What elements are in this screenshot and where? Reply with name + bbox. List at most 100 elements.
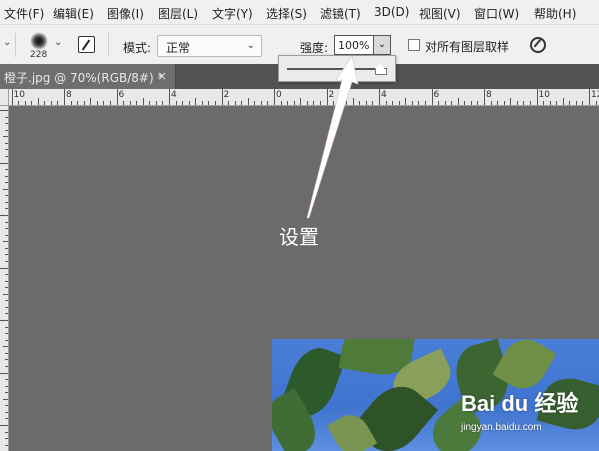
menu-file[interactable]: 文件(F) [4,5,44,22]
document-tab[interactable]: 橙子.jpg @ 70%(RGB/8#) * × [0,64,176,89]
ruler-tick [392,101,394,105]
ruler-tick [254,101,256,105]
ruler-tick [451,101,453,105]
ruler-label: 10 [13,90,25,100]
menu-select[interactable]: 选择(S) [266,5,307,22]
ruler-tick [438,101,440,105]
ruler-tick [293,101,295,105]
ruler-tick [569,101,571,105]
ruler-tick [5,306,8,308]
menu-layer[interactable]: 图层(L) [158,5,198,22]
ruler-tick [31,101,33,105]
ruler-tick [57,101,59,105]
strength-slider-popup [278,55,396,82]
ruler-tick [5,221,8,223]
ruler-tick [582,101,584,105]
ruler-tick [379,89,380,105]
ruler-label: 6 [118,90,125,100]
ruler-tick [411,101,413,105]
menu-window[interactable]: 窗口(W) [474,5,519,22]
strength-input[interactable]: 100% [334,35,374,55]
tool-preset-chevron-icon[interactable]: ⌄ [3,37,11,48]
ruler-tick [0,372,8,374]
close-icon[interactable]: × [157,69,167,83]
ruler-tick [96,101,98,105]
ruler-label: 10 [538,90,550,100]
ruler-tick [5,431,8,433]
ruler-tick [195,98,197,105]
ruler-tick [3,293,8,295]
ruler-tick [365,101,367,105]
strength-slider-toggle[interactable]: ⌄ [374,35,391,55]
ruler-tick [3,398,8,400]
watermark: Bai du 经验 jingyan.baidu.com [455,380,595,440]
ruler-tick [5,339,8,341]
ruler-tick [44,101,46,105]
ruler-label: 4 [171,90,177,100]
menu-edit[interactable]: 编辑(E) [53,5,94,22]
ruler-tick [484,89,485,105]
ruler-tick [536,89,538,105]
ruler-tick [90,98,92,105]
ruler-tick [5,365,8,367]
ruler-tick [70,101,72,105]
ruler-tick [149,101,151,105]
sample-all-layers-checkbox[interactable] [408,39,420,51]
ruler-tick [5,182,8,184]
ruler-tick [0,215,8,216]
ruler-tick [300,98,302,105]
menu-help[interactable]: 帮助(H) [534,5,576,22]
ruler-tick [5,385,8,387]
ruler-tick [5,247,8,249]
strength-slider-thumb[interactable] [375,64,387,75]
ruler-tick [543,101,545,105]
ruler-tick [359,101,361,105]
ruler-tick [529,101,531,105]
menu-image[interactable]: 图像(I) [107,5,144,22]
ruler-tick [274,89,275,105]
ruler-tick [333,101,335,105]
ruler-tick [142,98,144,105]
menu-view[interactable]: 视图(V) [419,5,461,22]
divider [108,33,109,57]
ruler-tick [470,101,472,105]
strength-slider-track[interactable] [287,68,387,70]
ruler-tick [221,89,223,105]
ruler-tick [5,418,8,420]
horizontal-ruler[interactable]: 10 8 6 4 2 0 2 4 6 8 10 12 [0,89,599,106]
ruler-tick [503,101,505,105]
ruler-tick [562,98,564,105]
pressure-strength-icon[interactable] [530,37,546,53]
brush-size-value: 228 [30,50,48,60]
ruler-tick [5,169,8,171]
brush-preview-icon[interactable] [30,32,48,50]
ruler-tick [247,98,249,105]
ruler-tick [3,241,8,243]
sample-all-layers-label: 对所有图层取样 [425,40,510,54]
ruler-tick [18,101,20,105]
menu-filter[interactable]: 滤镜(T) [320,5,361,22]
menu-type[interactable]: 文字(Y) [212,5,253,22]
ruler-tick [444,101,446,105]
menu-3d[interactable]: 3D(D) [374,5,409,19]
mode-label: 模式: [123,41,152,55]
brush-settings-icon[interactable] [78,36,95,53]
brush-picker-chevron-icon[interactable]: ⌄ [54,37,62,48]
ruler-tick [5,326,8,328]
ruler-tick [5,208,8,210]
ruler-tick [77,101,79,105]
ruler-tick [50,101,52,105]
ruler-origin[interactable] [0,89,9,106]
mode-select[interactable]: 正常 ⌄ [157,35,262,57]
ruler-tick [5,313,8,315]
ruler-tick [497,101,499,105]
ruler-tick [418,101,420,105]
ruler-tick [5,280,8,282]
ruler-tick [5,300,8,302]
vertical-ruler[interactable] [0,106,9,451]
ruler-tick [477,101,479,105]
ruler-tick [457,98,459,105]
ruler-tick [346,101,348,105]
ruler-tick [575,101,577,105]
ruler-tick [241,101,243,105]
